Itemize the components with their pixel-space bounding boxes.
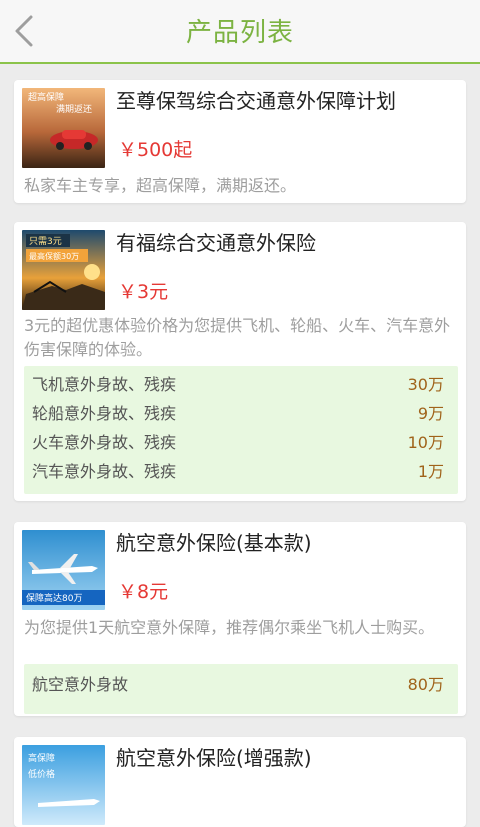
coverage-item: 轮船意外身故、残疾 <box>32 404 177 423</box>
coverage-row: 轮船意外身故、残疾 9万 <box>24 399 458 428</box>
product-card[interactable]: 高保障 低价格 航空意外保险(增强款) <box>14 737 466 827</box>
thumb-caption: 满期返还 <box>56 103 92 115</box>
page-title: 产品列表 <box>185 18 294 48</box>
product-name: 航空意外保险(基本款) <box>116 531 312 555</box>
product-thumbnail: 保障高达80万 <box>22 530 105 610</box>
coverage-item: 汽车意外身故、残疾 <box>32 462 177 481</box>
top-bar: 产品列表 <box>0 0 480 64</box>
coverage-amount: 1万 <box>417 462 444 481</box>
coverage-item: 飞机意外身故、残疾 <box>32 375 177 394</box>
product-description: 3元的超优惠体验价格为您提供飞机、轮船、火车、汽车意外伤害保障的体验。 <box>24 316 451 359</box>
coverage-item: 航空意外身故 <box>32 675 129 694</box>
product-price: ￥500起 <box>118 139 193 161</box>
thumb-caption: 超高保障 <box>28 91 64 103</box>
product-card[interactable]: 保障高达80万 航空意外保险(基本款) ￥8元 为您提供1天航空意外保障，推荐偶… <box>14 522 466 716</box>
coverage-amount: 10万 <box>407 433 444 452</box>
product-description: 私家车主专享，超高保障，满期返还。 <box>24 176 297 195</box>
product-card[interactable]: 超高保障 满期返还 至尊保驾综合交通意外保障计划 ￥500起 私家车主专享，超高… <box>14 80 466 203</box>
coverage-amount: 30万 <box>407 375 444 394</box>
product-thumbnail: 高保障 低价格 <box>22 745 105 825</box>
thumb-caption: 高保障 <box>28 752 55 764</box>
coverage-row: 航空意外身故 80万 <box>24 670 458 699</box>
coverage-table: 航空意外身故 80万 <box>24 664 458 714</box>
product-thumbnail: 只需3元 最高保额30万 <box>22 230 105 310</box>
product-description: 为您提供1天航空意外保障，推荐偶尔乘坐飞机人士购买。 <box>24 618 435 637</box>
coverage-amount: 9万 <box>417 404 444 423</box>
thumb-caption: 保障高达80万 <box>26 592 82 604</box>
coverage-item: 火车意外身故、残疾 <box>32 433 177 452</box>
product-name: 航空意外保险(增强款) <box>116 746 312 770</box>
product-price: ￥8元 <box>118 581 169 603</box>
thumb-caption: 只需3元 <box>29 236 62 247</box>
product-name: 有福综合交通意外保险 <box>116 231 316 255</box>
product-name: 至尊保驾综合交通意外保障计划 <box>116 89 396 113</box>
coverage-row: 汽车意外身故、残疾 1万 <box>24 457 458 486</box>
thumb-caption: 最高保额30万 <box>29 251 79 261</box>
product-price: ￥3元 <box>118 281 169 303</box>
product-card[interactable]: 只需3元 最高保额30万 有福综合交通意外保险 ￥3元 3元的超优惠体验价格为您… <box>14 222 466 501</box>
thumb-caption: 低价格 <box>28 768 55 780</box>
coverage-row: 火车意外身故、残疾 10万 <box>24 428 458 457</box>
coverage-row: 飞机意外身故、残疾 30万 <box>24 370 458 399</box>
product-thumbnail: 超高保障 满期返还 <box>22 88 105 168</box>
coverage-amount: 80万 <box>407 675 444 694</box>
coverage-table: 飞机意外身故、残疾 30万 轮船意外身故、残疾 9万 火车意外身故、残疾 10万… <box>24 366 458 494</box>
